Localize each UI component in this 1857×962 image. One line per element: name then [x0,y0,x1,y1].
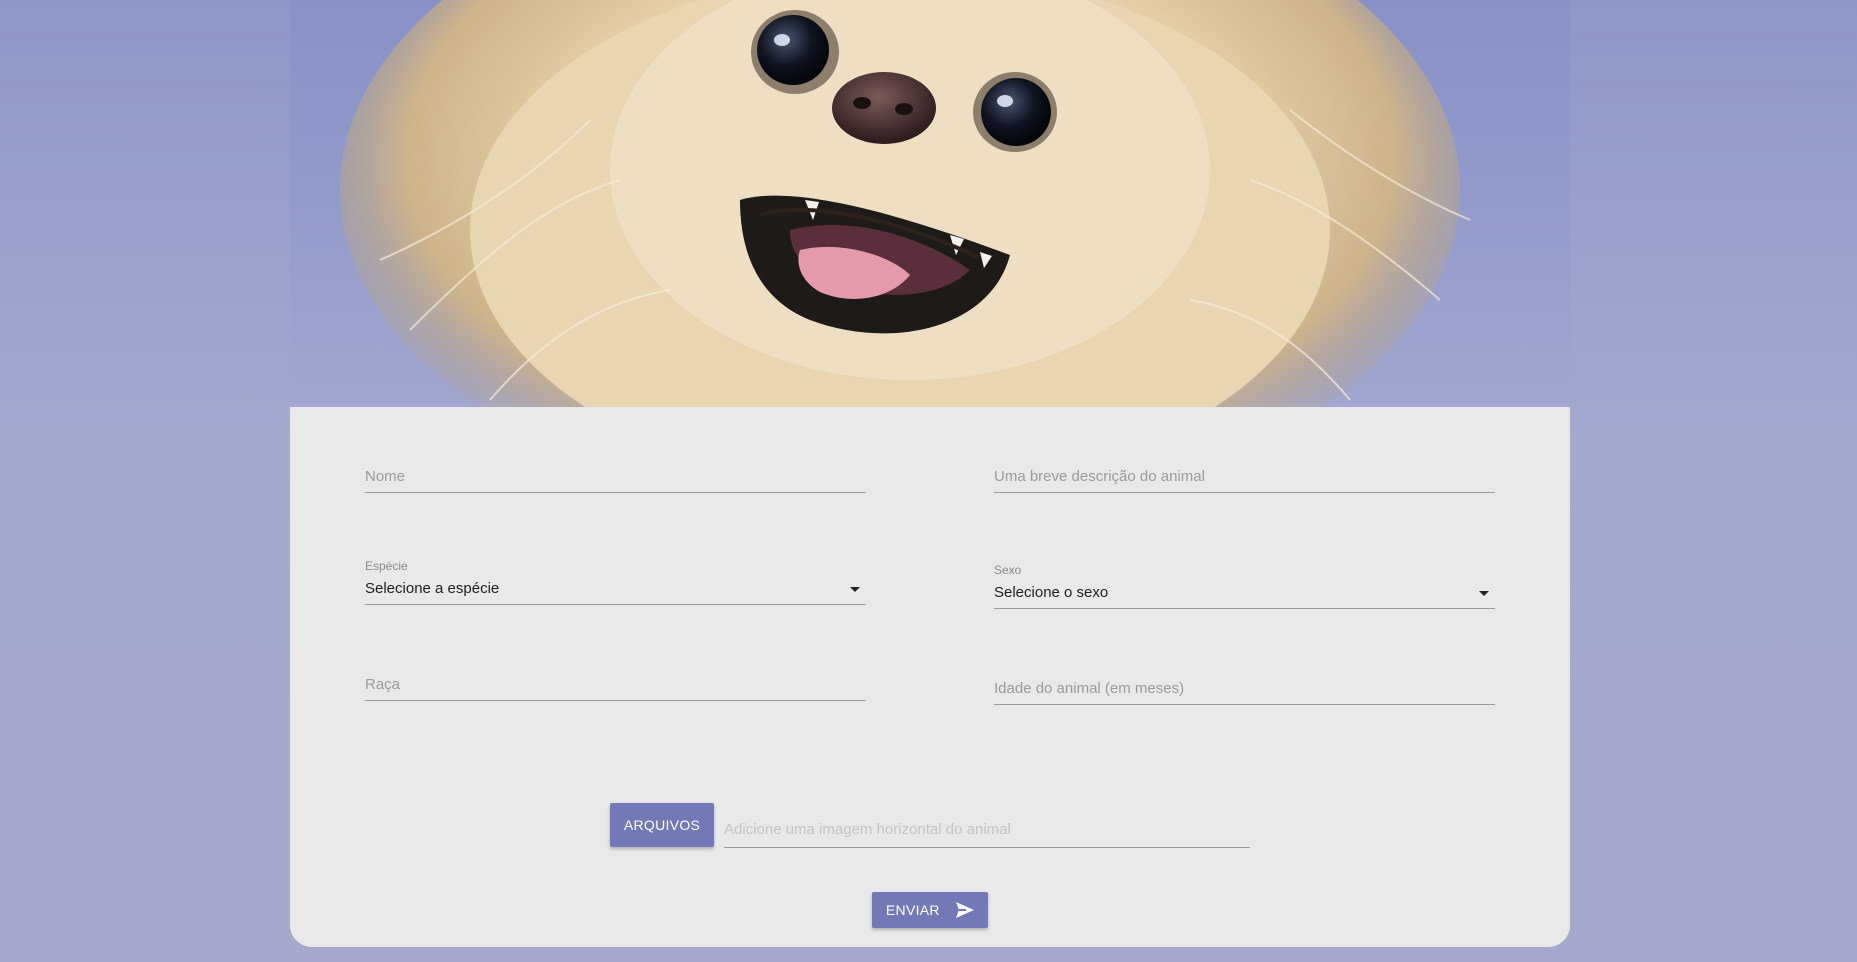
sex-select[interactable]: Selecione o sexo [994,578,1495,609]
description-field[interactable]: Uma breve descrição do animal [994,462,1495,493]
sex-field[interactable]: Sexo Selecione o sexo [994,563,1495,609]
hero-dog-image [290,0,1570,407]
description-input[interactable]: Uma breve descrição do animal [994,462,1495,493]
age-input[interactable]: Idade do animal (em meses) [994,674,1495,705]
sex-selected-value: Selecione o sexo [994,584,1109,601]
animal-form: Nome Uma breve descrição do animal Espéc… [290,407,1570,947]
register-animal-card: Nome Uma breve descrição do animal Espéc… [290,0,1570,947]
species-field[interactable]: Espécie Selecione a espécie [365,559,866,605]
caret-down-icon[interactable] [850,587,860,592]
pomeranian-illustration [340,0,1471,407]
submit-button[interactable]: ENVIAR [872,892,988,928]
sex-label: Sexo [994,563,1022,577]
species-select[interactable]: Selecione a espécie [365,574,866,605]
file-path-input[interactable]: Adicione uma imagem horizontal do animal [724,811,1250,848]
name-field[interactable]: Nome [365,462,866,493]
caret-down-icon[interactable] [1479,591,1489,596]
species-label: Espécie [365,559,408,573]
name-input[interactable]: Nome [365,462,866,493]
breed-field[interactable]: Raça [365,670,866,701]
age-field[interactable]: Idade do animal (em meses) [994,674,1495,705]
submit-label: ENVIAR [885,902,940,918]
species-selected-value: Selecione a espécie [365,580,500,597]
breed-input[interactable]: Raça [365,670,866,701]
send-icon [956,902,975,918]
files-button[interactable]: ARQUIVOS [610,803,714,847]
